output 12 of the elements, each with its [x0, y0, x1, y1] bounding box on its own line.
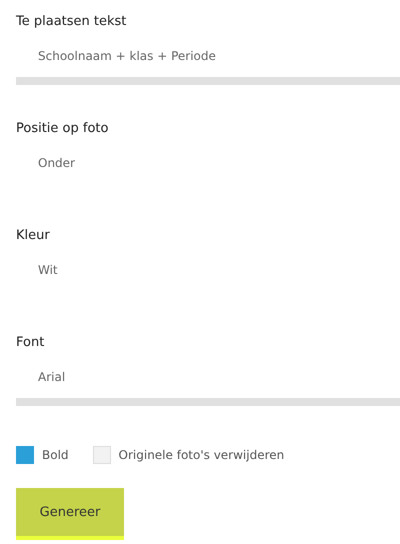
field-label: Kleur — [16, 228, 51, 243]
input-field[interactable]: Arial — [16, 370, 400, 406]
input-field[interactable]: Onder — [16, 156, 400, 192]
field-label: Te plaatsen tekst — [16, 14, 128, 29]
checkbox[interactable] — [16, 446, 34, 464]
input-field[interactable]: Schoolnaam + klas + Periode — [16, 49, 400, 85]
field-label: Font — [16, 335, 46, 350]
generate-button[interactable]: Genereer — [16, 488, 124, 540]
input-field[interactable]: Wit — [16, 263, 400, 299]
checkbox-label: Originele foto's verwijderen — [118, 448, 284, 462]
checkbox-label: Bold — [42, 448, 69, 462]
field-label: Positie op foto — [16, 121, 110, 136]
